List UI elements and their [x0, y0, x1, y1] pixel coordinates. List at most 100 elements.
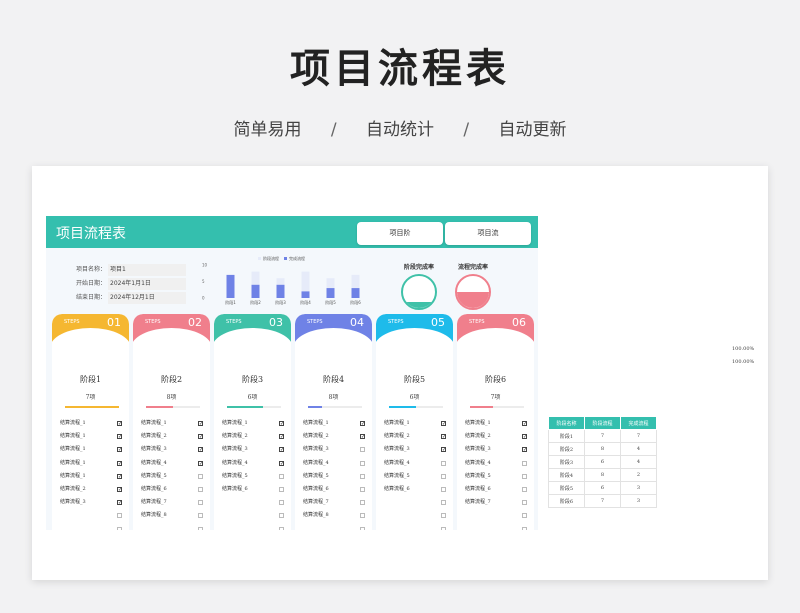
task-checkbox[interactable]: ✓ [441, 421, 446, 427]
task-checkbox[interactable]: ✓ [279, 447, 284, 453]
task-checkbox[interactable] [279, 526, 284, 530]
task-checkbox[interactable]: ✓ [117, 460, 122, 466]
table-cell[interactable]: 阶段2 [548, 442, 585, 456]
task-checkbox[interactable] [522, 526, 527, 530]
task-checkbox[interactable]: ✓ [117, 421, 122, 427]
task-checkbox[interactable]: ✓ [522, 434, 527, 440]
task-name: 结算流程_2 [222, 433, 248, 440]
task-checkbox[interactable] [117, 513, 122, 519]
table-cell[interactable]: 7 [584, 494, 621, 508]
task-checkbox[interactable] [441, 513, 446, 519]
table-cell[interactable]: 阶段5 [548, 481, 585, 495]
stage-button[interactable]: 项目阶 [357, 222, 443, 245]
task-name: 结算流程_1 [60, 459, 86, 466]
table-cell[interactable]: 7 [584, 429, 621, 443]
info-row: 开始日期： 2024年1月1日 [56, 278, 186, 290]
process-completion-gauge: 流程完成率 [443, 262, 503, 310]
table-cell[interactable]: 4 [620, 442, 657, 456]
task-checkbox[interactable] [360, 447, 365, 453]
task-name: 结算流程_7 [303, 499, 329, 506]
task-checkbox[interactable]: ✓ [441, 447, 446, 453]
table-row: 阶段3 6 4 [548, 455, 657, 469]
table-cell[interactable]: 2 [620, 468, 657, 482]
task-checkbox[interactable]: ✓ [117, 500, 122, 506]
stage-count: 7项 [85, 394, 96, 401]
task-checkbox[interactable] [279, 513, 284, 519]
start-date-value[interactable]: 2024年1月1日 [108, 278, 186, 290]
task-checkbox[interactable] [198, 526, 203, 530]
task-checkbox[interactable] [117, 526, 122, 530]
task-checkbox[interactable] [279, 500, 284, 506]
task-checkbox[interactable]: ✓ [279, 421, 284, 427]
task-name: 结算流程_4 [465, 459, 491, 466]
task-item: 结算流程_2 ✓ [141, 431, 207, 442]
task-checkbox[interactable]: ✓ [198, 447, 203, 453]
task-item: 结算流程_4 [384, 458, 450, 469]
task-checkbox[interactable] [441, 460, 446, 466]
table-cell[interactable]: 阶段4 [548, 468, 585, 482]
table-cell[interactable]: 阶段3 [548, 455, 585, 469]
table-cell[interactable]: 7 [620, 429, 657, 443]
task-checkbox[interactable] [522, 473, 527, 479]
task-checkbox[interactable] [360, 513, 365, 519]
task-checkbox[interactable]: ✓ [117, 487, 122, 493]
project-name-value[interactable]: 项目1 [108, 264, 186, 276]
task-checkbox[interactable] [441, 473, 446, 479]
table-cell[interactable]: 3 [620, 481, 657, 495]
task-checkbox[interactable] [279, 473, 284, 479]
task-checkbox[interactable]: ✓ [198, 460, 203, 466]
stage-progress-fill [227, 406, 264, 408]
stage-name: 阶段3 [241, 375, 264, 384]
table-cell[interactable]: 8 [584, 442, 621, 456]
task-checkbox[interactable]: ✓ [198, 421, 203, 427]
table-cell[interactable]: 阶段6 [548, 494, 585, 508]
task-checkbox[interactable]: ✓ [117, 447, 122, 453]
task-item [222, 510, 288, 521]
task-checkbox[interactable] [360, 500, 365, 506]
end-date-value[interactable]: 2024年12月1日 [108, 292, 186, 304]
task-checkbox[interactable] [522, 460, 527, 466]
task-checkbox[interactable] [360, 487, 365, 492]
table-cell[interactable]: 6 [584, 481, 621, 495]
task-checkbox[interactable] [360, 526, 365, 530]
task-checkbox[interactable]: ✓ [117, 473, 122, 479]
task-checkbox[interactable] [441, 500, 446, 506]
task-item: 结算流程_6 [303, 484, 369, 495]
stage-column: STEPS 06 阶段6 7项 结算流程_1 ✓ 结算流程_2 ✓ 结算流程_3 ✓ 结算流程_4 结… [457, 314, 534, 530]
stage-arch [214, 328, 291, 368]
task-checkbox[interactable] [522, 513, 527, 519]
column-header: 阶段流程 [584, 416, 621, 430]
task-checkbox[interactable]: ✓ [117, 434, 122, 440]
stage-name: 阶段2 [160, 375, 183, 384]
task-checkbox[interactable]: ✓ [279, 434, 284, 440]
task-checkbox[interactable]: ✓ [198, 434, 203, 440]
task-checkbox[interactable] [279, 487, 284, 492]
task-checkbox[interactable]: ✓ [522, 421, 527, 427]
task-name: 结算流程_4 [384, 459, 410, 466]
task-item [222, 497, 288, 508]
task-checkbox[interactable] [522, 500, 527, 506]
task-checkbox[interactable]: ✓ [360, 421, 365, 427]
task-checkbox[interactable] [198, 513, 203, 519]
process-button[interactable]: 项目流 [445, 222, 531, 245]
task-checkbox[interactable] [360, 473, 365, 479]
table-cell[interactable]: 6 [584, 455, 621, 469]
task-checkbox[interactable] [441, 526, 446, 530]
task-checkbox[interactable] [198, 487, 203, 492]
column-header: 阶段名称 [548, 416, 585, 430]
table-cell[interactable]: 8 [584, 468, 621, 482]
task-checkbox[interactable] [198, 473, 203, 479]
table-cell[interactable]: 3 [620, 494, 657, 508]
task-checkbox[interactable] [441, 487, 446, 492]
task-checkbox[interactable]: ✓ [360, 434, 365, 440]
task-checkbox[interactable]: ✓ [279, 460, 284, 466]
task-checkbox[interactable] [522, 487, 527, 492]
task-checkbox[interactable]: ✓ [522, 447, 527, 453]
table-cell[interactable]: 阶段1 [548, 429, 585, 443]
task-checkbox[interactable] [360, 460, 365, 466]
task-name: 结算流程_5 [384, 472, 410, 479]
task-checkbox[interactable] [198, 500, 203, 506]
task-checkbox[interactable]: ✓ [441, 434, 446, 440]
task-name: 结算流程_4 [141, 459, 167, 466]
table-cell[interactable]: 4 [620, 455, 657, 469]
